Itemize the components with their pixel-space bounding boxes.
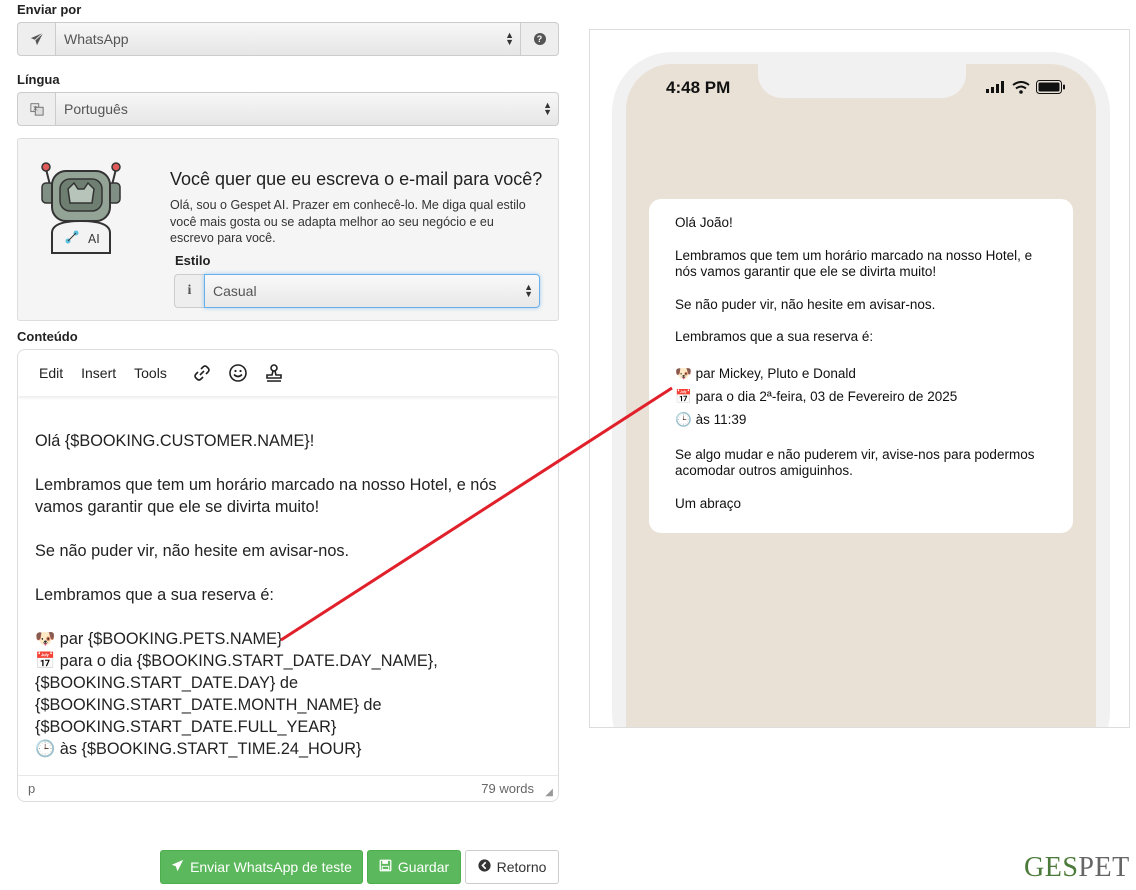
content-paragraph: Lembramos que tem um horário marcado na …: [35, 476, 497, 516]
stamp-icon[interactable]: [262, 361, 286, 385]
message-paragraph: Se não puder vir, não hesite em avisar-n…: [675, 296, 936, 312]
robot-badge: AI: [88, 232, 100, 246]
element-path[interactable]: p: [28, 781, 35, 796]
send-by-label: Enviar por: [17, 2, 82, 17]
resize-handle-icon[interactable]: ◢: [545, 787, 553, 798]
save-button[interactable]: Guardar: [367, 850, 461, 884]
content-paragraph: Lembramos que a sua reserva é:: [35, 586, 274, 604]
message-paragraph: Se algo mudar e não puderem vir, avise-n…: [675, 446, 1035, 479]
help-button[interactable]: ?: [521, 22, 559, 56]
style-group: i Casual ▲ ▼: [174, 274, 540, 308]
message-text: Olá João! Lembramos que tem um horário m…: [675, 215, 1055, 512]
send-by-select[interactable]: WhatsApp ▲ ▼: [55, 22, 521, 56]
language-select[interactable]: Português ▲ ▼: [55, 92, 559, 126]
editor-statusbar: p 79 words ◢: [18, 775, 558, 801]
ai-assistant-panel: AI Você quer que eu escreva o e-mail par…: [17, 138, 559, 321]
calendar-emoji-icon: 📅: [35, 652, 56, 670]
clock-emoji-icon: 🕒: [35, 740, 56, 758]
message-pets-line: 🐶 par Mickey, Pluto e Donald: [675, 365, 856, 381]
language-icon: 文: [17, 92, 55, 126]
send-test-whatsapp-button[interactable]: Enviar WhatsApp de teste: [160, 850, 363, 884]
ai-description: Olá, sou o Gespet AI. Prazer em conhecê-…: [170, 198, 526, 245]
rich-text-editor: Edit Insert Tools Olá {$BOOKING.CUSTOMER…: [17, 349, 559, 802]
editor-content[interactable]: Olá {$BOOKING.CUSTOMER.NAME}! Lembramos …: [35, 430, 540, 760]
content-pets-line: 🐶 par {$BOOKING.PETS.NAME}: [35, 630, 283, 648]
battery-icon: [1036, 80, 1065, 94]
word-count[interactable]: 79 words: [481, 781, 534, 796]
dog-emoji-icon: 🐶: [35, 630, 56, 648]
language-group: 文 Português ▲ ▼: [17, 92, 559, 126]
info-icon: i: [174, 274, 204, 308]
question-circle-icon: ?: [533, 33, 546, 45]
arrow-left-circle-icon: [478, 859, 491, 875]
paper-plane-icon: [17, 22, 55, 56]
content-greeting: Olá {$BOOKING.CUSTOMER.NAME}!: [35, 432, 315, 450]
floppy-disk-icon: [379, 859, 392, 875]
style-value: Casual: [213, 283, 257, 299]
style-select[interactable]: Casual ▲ ▼: [204, 274, 540, 308]
phone-frame: 4:48 PM Olá João! Lembramos que tem um h…: [612, 52, 1110, 727]
message-time-line: 🕒 às 11:39: [675, 411, 747, 427]
message-bubble: Olá João! Lembramos que tem um horário m…: [649, 199, 1073, 533]
message-date-line: 📅 para o dia 2ª-feira, 03 de Fevereiro d…: [675, 388, 958, 404]
select-arrows-icon: ▲ ▼: [524, 282, 533, 299]
emoji-icon[interactable]: [226, 361, 250, 385]
content-label: Conteúdo: [17, 329, 78, 344]
whatsapp-preview-panel: 4:48 PM Olá João! Lembramos que tem um h…: [589, 29, 1130, 728]
dog-emoji-icon: 🐶: [675, 365, 692, 381]
menu-edit[interactable]: Edit: [30, 365, 72, 381]
back-button[interactable]: Retorno: [465, 850, 559, 884]
message-paragraph: Lembramos que tem um horário marcado na …: [675, 247, 1033, 280]
editor-toolbar: Edit Insert Tools: [18, 350, 558, 396]
phone-status-icons: [986, 80, 1066, 94]
language-label: Língua: [17, 72, 60, 87]
content-time-line: 🕒 às {$BOOKING.START_TIME.24_HOUR}: [35, 740, 362, 758]
gespet-logo: GESPET: [1024, 852, 1130, 883]
send-by-group: WhatsApp ▲ ▼ ?: [17, 22, 559, 56]
language-value: Português: [64, 101, 128, 117]
message-paragraph: Lembramos que a sua reserva é:: [675, 329, 874, 344]
clock-emoji-icon: 🕒: [675, 411, 692, 427]
menu-insert[interactable]: Insert: [72, 365, 125, 381]
calendar-emoji-icon: 📅: [675, 388, 692, 404]
send-by-value: WhatsApp: [64, 31, 129, 47]
content-paragraph: Se não puder vir, não hesite em avisar-n…: [35, 542, 350, 560]
style-label: Estilo: [175, 253, 211, 268]
phone-screen: 4:48 PM Olá João! Lembramos que tem um h…: [626, 64, 1096, 727]
ai-title: Você quer que eu escreva o e-mail para v…: [170, 169, 543, 189]
signal-icon: [986, 81, 1004, 93]
phone-notch: [758, 64, 966, 98]
menu-tools[interactable]: Tools: [125, 365, 176, 381]
select-arrows-icon: ▲ ▼: [543, 100, 552, 117]
link-icon[interactable]: [190, 361, 214, 385]
wifi-icon: [1012, 80, 1030, 94]
select-arrows-icon: ▲ ▼: [505, 30, 514, 47]
robot-icon: AI: [41, 162, 121, 254]
message-greeting: Olá João!: [675, 215, 733, 230]
content-date-line: 📅 para o dia {$BOOKING.START_DATE.DAY_NA…: [35, 652, 438, 736]
paper-plane-icon: [171, 859, 184, 875]
message-closing: Um abraço: [675, 495, 742, 511]
svg-text:文: 文: [32, 104, 38, 112]
phone-time: 4:48 PM: [666, 78, 731, 97]
